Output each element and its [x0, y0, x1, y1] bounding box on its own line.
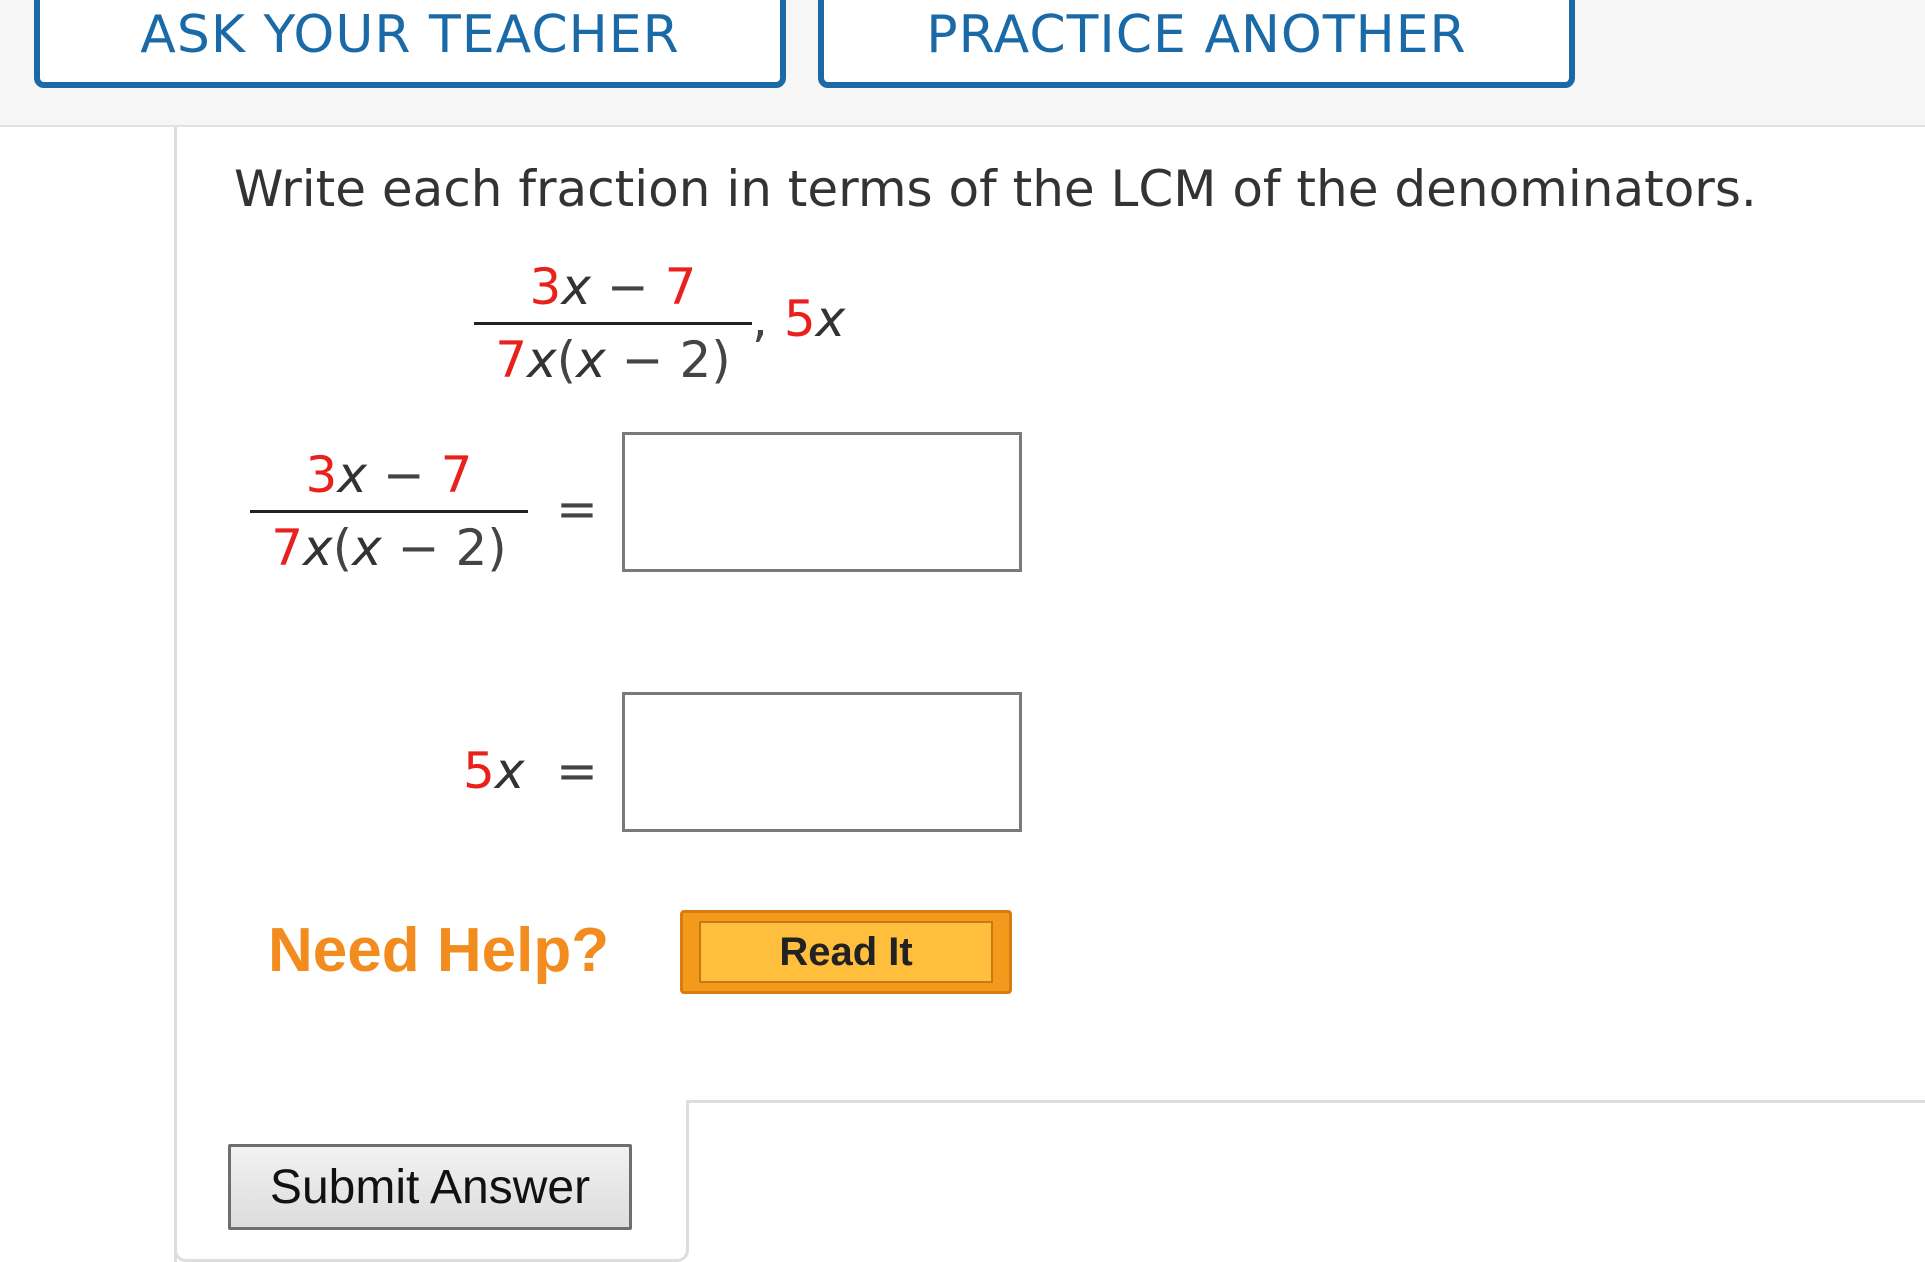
need-help-label: Need Help? [268, 916, 610, 985]
equals-sign: = [556, 480, 598, 538]
equals-sign: = [556, 742, 598, 800]
read-it-label: Read It [699, 921, 993, 983]
practice-another-button[interactable]: PRACTICE ANOTHER [818, 0, 1575, 88]
given-fraction: 3x − 7 7x(x − 2) [474, 262, 752, 385]
panel-divider [689, 1100, 1925, 1103]
answer-input-2[interactable] [622, 692, 1022, 832]
question-prompt: Write each fraction in terms of the LCM … [234, 160, 1757, 218]
given-fraction-denominator: 7x(x − 2) [495, 331, 731, 389]
equation-1-fraction: 3x − 7 7x(x − 2) [250, 450, 528, 573]
top-toolbar: ASK YOUR TEACHER PRACTICE ANOTHER [0, 0, 1925, 127]
question-panel [174, 127, 1925, 1262]
given-second-term: , 5x [752, 290, 846, 348]
fraction-bar [474, 322, 752, 325]
ask-your-teacher-button[interactable]: ASK YOUR TEACHER [34, 0, 786, 88]
equation-1-numerator: 3x − 7 [305, 446, 473, 504]
equation-2-lhs: 5x [463, 742, 525, 800]
fraction-bar [250, 510, 528, 513]
given-fraction-numerator: 3x − 7 [529, 258, 697, 316]
submit-answer-button[interactable]: Submit Answer [228, 1144, 632, 1230]
equation-1-denominator: 7x(x − 2) [271, 519, 507, 577]
read-it-button[interactable]: Read It [680, 910, 1012, 994]
answer-input-1[interactable] [622, 432, 1022, 572]
